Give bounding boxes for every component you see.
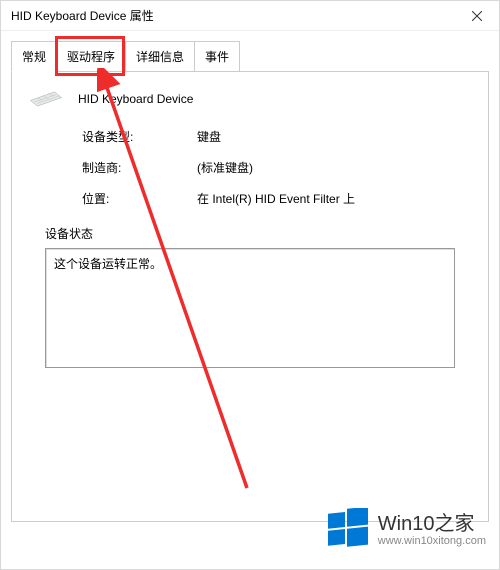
watermark-text: Win10之家 www.win10xitong.com (378, 513, 486, 547)
tab-events[interactable]: 事件 (194, 41, 240, 71)
properties-dialog: HID Keyboard Device 属性 常规 驱动程序 详细信息 事件 H… (0, 0, 500, 570)
tab-details[interactable]: 详细信息 (125, 41, 195, 71)
tab-driver[interactable]: 驱动程序 (56, 41, 126, 71)
watermark: Win10之家 www.win10xitong.com (326, 508, 486, 552)
device-type-label: 设备类型: (82, 128, 197, 145)
prop-row-type: 设备类型: 键盘 (82, 128, 473, 145)
tab-general[interactable]: 常规 (11, 41, 57, 72)
device-status-label: 设备状态 (45, 225, 473, 242)
tab-panel-general: HID Keyboard Device 设备类型: 键盘 制造商: (标准键盘)… (11, 72, 489, 522)
tabstrip: 常规 驱动程序 详细信息 事件 (11, 41, 489, 72)
close-button[interactable] (454, 1, 499, 31)
window-title: HID Keyboard Device 属性 (11, 7, 154, 24)
location-value: 在 Intel(R) HID Event Filter 上 (197, 190, 355, 207)
device-name: HID Keyboard Device (78, 92, 193, 106)
keyboard-icon (29, 90, 63, 108)
close-icon (472, 11, 482, 21)
watermark-url: www.win10xitong.com (378, 535, 486, 547)
prop-row-maker: 制造商: (标准键盘) (82, 159, 473, 176)
watermark-brand: Win10之家 (378, 513, 486, 535)
manufacturer-label: 制造商: (82, 159, 197, 176)
device-status-text[interactable] (45, 248, 455, 368)
prop-row-location: 位置: 在 Intel(R) HID Event Filter 上 (82, 190, 473, 207)
device-type-value: 键盘 (197, 128, 221, 145)
location-label: 位置: (82, 190, 197, 207)
windows-logo-icon (326, 508, 370, 552)
manufacturer-value: (标准键盘) (197, 159, 253, 176)
device-header: HID Keyboard Device (27, 90, 473, 108)
titlebar: HID Keyboard Device 属性 (1, 1, 499, 31)
